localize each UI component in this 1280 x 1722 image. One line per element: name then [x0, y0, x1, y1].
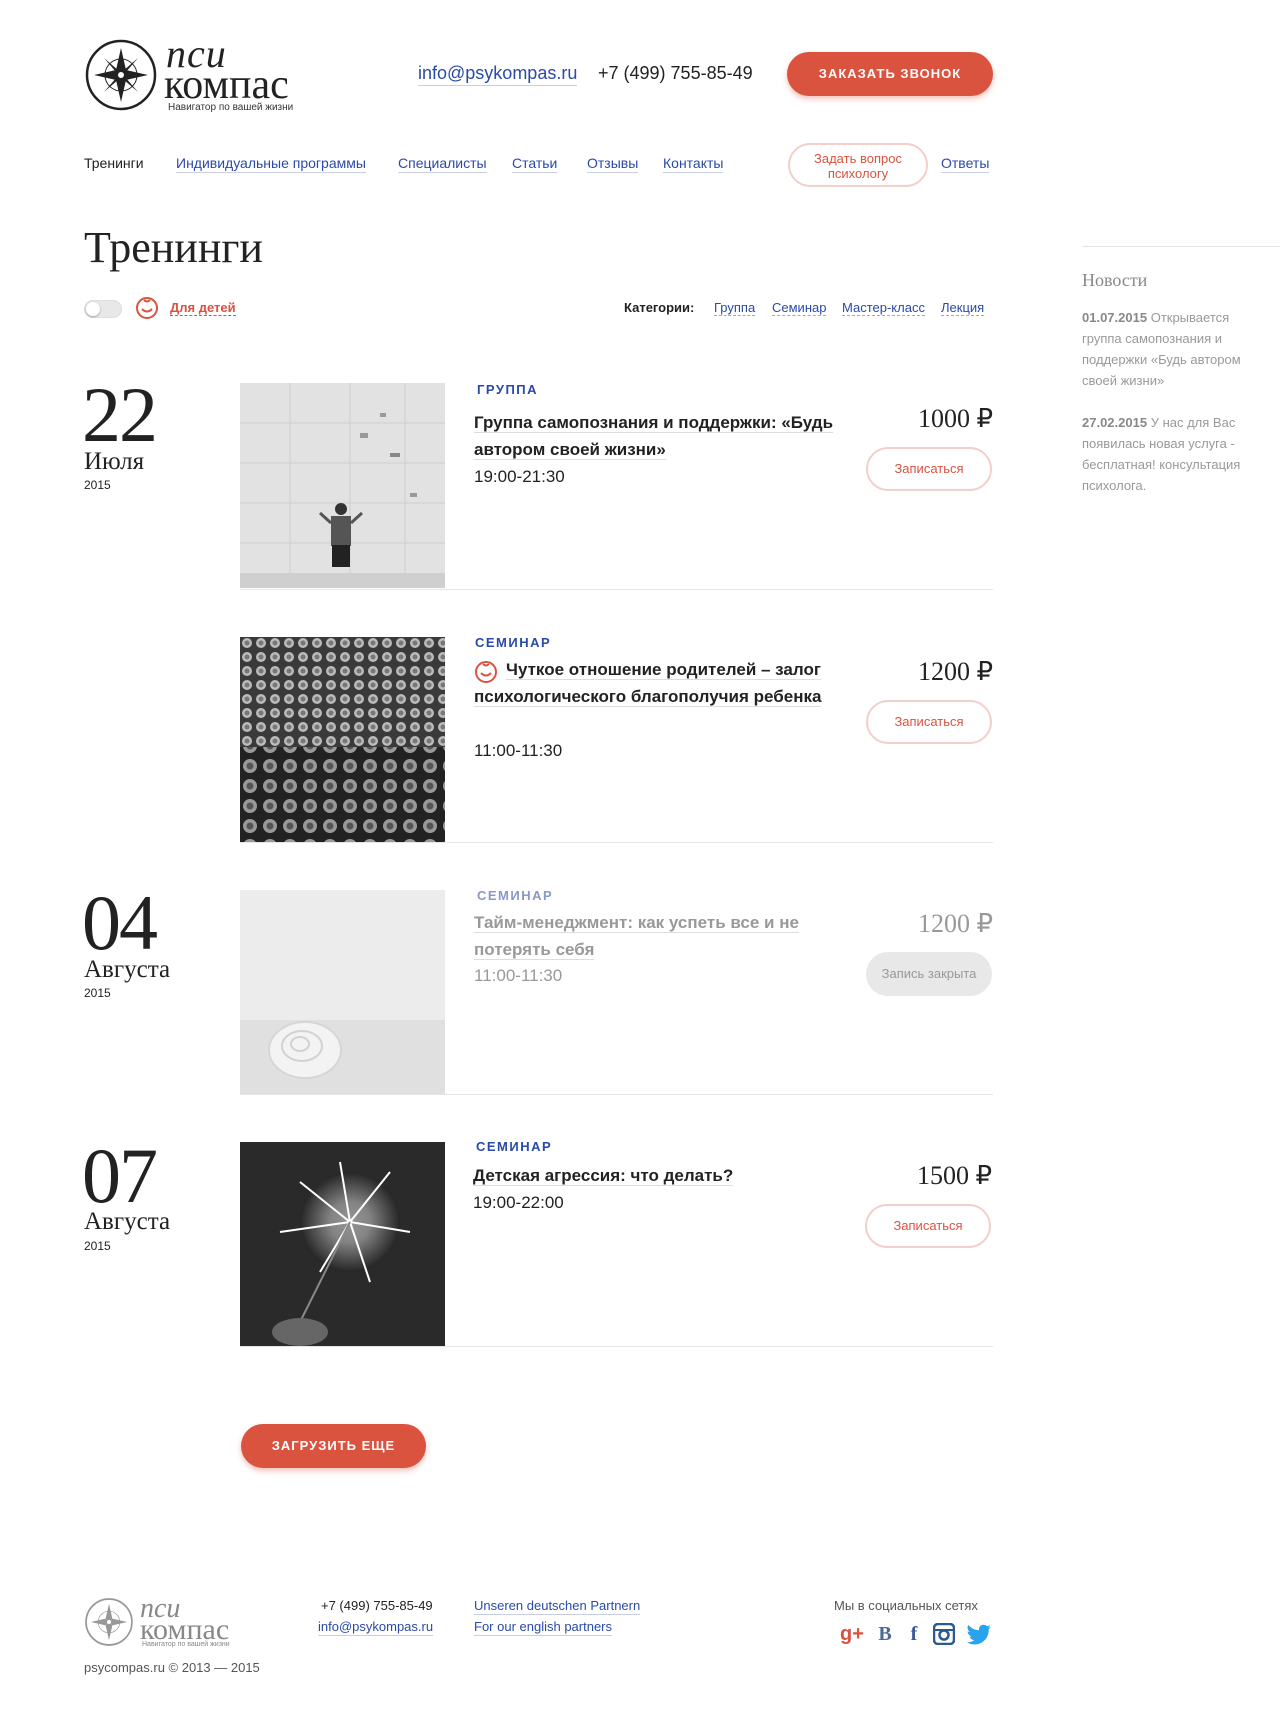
event-photo[interactable]	[240, 1142, 445, 1347]
divider	[240, 589, 993, 590]
event-time: 11:00-11:30	[474, 966, 563, 985]
news-item[interactable]: 01.07.2015 Открывается группа самопознан…	[1082, 307, 1262, 391]
divider	[240, 1094, 993, 1095]
divider	[240, 842, 993, 843]
ask-psychologist-button[interactable]: Задать вопрос психологу	[788, 143, 928, 187]
kids-filter-label[interactable]: Для детей	[170, 300, 236, 316]
event-title[interactable]: Чуткое отношение родителей – залог психо…	[474, 656, 834, 710]
categories-label: Категории:	[624, 300, 695, 315]
german-partners-link[interactable]: Unseren deutschen Partnern	[474, 1598, 641, 1615]
category-group[interactable]: Группа	[714, 300, 756, 316]
event-time: 11:00-11:30	[474, 741, 563, 760]
event-year: 2015	[84, 1239, 111, 1253]
load-more-button[interactable]: ЗАГРУЗИТЬ ЕЩЕ	[241, 1424, 426, 1468]
event-time: 19:00-21:30	[474, 467, 565, 486]
event-price: 1000 ₽	[917, 404, 993, 433]
footer-phone: +7 (499) 755-85-49	[321, 1598, 433, 1613]
compass-icon	[85, 39, 157, 111]
nav-item-answers[interactable]: Ответы	[941, 155, 990, 173]
category-seminar[interactable]: Семинар	[772, 300, 827, 316]
instagram-icon[interactable]	[933, 1623, 955, 1645]
footer-logo[interactable]: пси компас Навигатор по вашей жизни	[84, 1593, 244, 1649]
event-category: СЕМИНАР	[475, 635, 552, 650]
google-plus-icon[interactable]: g+	[840, 1622, 864, 1646]
page-title: Тренинги	[84, 223, 263, 272]
event-photo[interactable]	[240, 637, 445, 842]
header-phone: +7 (499) 755-85-49	[598, 63, 753, 83]
logo-tagline: Навигатор по вашей жизни	[142, 1641, 230, 1648]
event-year: 2015	[84, 478, 111, 492]
event-day: 07	[82, 1132, 158, 1219]
event-month: Июля	[84, 448, 145, 475]
copyright: psycompas.ru © 2013 — 2015	[84, 1660, 260, 1675]
category-masterclass[interactable]: Мастер-класс	[842, 300, 925, 316]
signup-button[interactable]: Записаться	[866, 700, 992, 744]
logo-tagline: Навигатор по вашей жизни	[168, 102, 294, 113]
event-time: 19:00-22:00	[473, 1193, 564, 1212]
event-price: 1200 ₽	[917, 909, 993, 938]
logo-text-line2: компас	[164, 62, 289, 108]
event-price: 1500 ₽	[916, 1161, 992, 1190]
divider	[240, 1346, 993, 1347]
signup-button[interactable]: Записаться	[866, 447, 992, 491]
compass-icon	[85, 1598, 133, 1646]
logo[interactable]: пси компас Навигатор по вашей жизни	[84, 34, 314, 114]
category-lecture[interactable]: Лекция	[941, 300, 985, 316]
twitter-icon[interactable]	[966, 1624, 992, 1646]
event-price: 1200 ₽	[917, 657, 993, 686]
vk-icon[interactable]: B	[873, 1622, 897, 1646]
header-email-link[interactable]: info@psykompas.ru	[418, 63, 578, 86]
kids-toggle[interactable]	[84, 300, 122, 318]
signup-closed-button: Запись закрыта	[866, 952, 992, 996]
event-photo[interactable]	[240, 383, 445, 588]
nav-item-reviews[interactable]: Отзывы	[587, 155, 639, 173]
social-label: Мы в социальных сетях	[834, 1598, 978, 1613]
event-title[interactable]: Детская агрессия: что делать?	[473, 1162, 833, 1189]
nav-item-trainings[interactable]: Тренинги	[84, 155, 144, 171]
nav-item-specialists[interactable]: Специалисты	[398, 155, 487, 173]
news-date: 01.07.2015	[1082, 310, 1148, 325]
nav-item-individual-programs[interactable]: Индивидуальные программы	[176, 155, 366, 173]
event-category: СЕМИНАР	[476, 1139, 553, 1154]
english-partners-link[interactable]: For our english partners	[474, 1619, 613, 1636]
facebook-icon[interactable]: f	[902, 1622, 926, 1646]
signup-button[interactable]: Записаться	[865, 1204, 991, 1248]
nav-item-contacts[interactable]: Контакты	[663, 155, 724, 173]
event-photo[interactable]	[240, 890, 445, 1095]
event-category: СЕМИНАР	[477, 888, 554, 903]
event-title[interactable]: Тайм-менеджмент: как успеть все и не пот…	[474, 909, 834, 963]
event-year: 2015	[84, 986, 111, 1000]
event-category: ГРУППА	[477, 382, 539, 397]
kids-smiley-icon	[136, 297, 158, 319]
event-day: 22	[82, 371, 158, 458]
order-call-button[interactable]: ЗАКАЗАТЬ ЗВОНОК	[787, 52, 993, 96]
event-month: Августа	[84, 1208, 171, 1235]
event-day: 04	[82, 879, 158, 966]
sidebar-divider	[1082, 246, 1280, 247]
footer-email-link[interactable]: info@psykompas.ru	[318, 1619, 434, 1636]
nav-item-articles[interactable]: Статьи	[512, 155, 558, 173]
event-title[interactable]: Группа самопознания и поддержки: «Будь а…	[474, 409, 834, 463]
news-title: Новости	[1082, 270, 1148, 290]
news-item[interactable]: 27.02.2015 У нас для Вас появилась новая…	[1082, 412, 1262, 496]
event-month: Августа	[84, 956, 171, 983]
news-date: 27.02.2015	[1082, 415, 1148, 430]
